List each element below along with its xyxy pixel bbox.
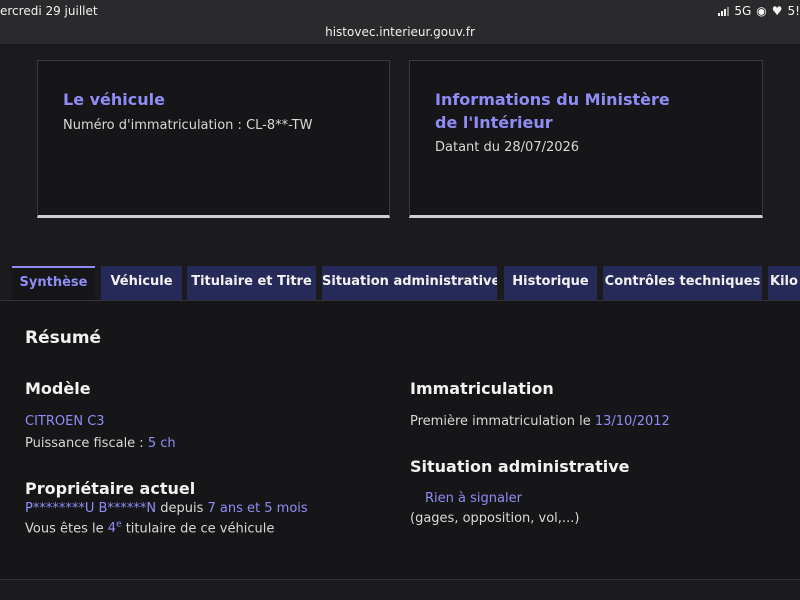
vehicle-card-title: Le véhicule: [63, 90, 165, 109]
cellular-signal-icon: [718, 6, 730, 16]
tab-kilometrage[interactable]: Kilo: [768, 266, 800, 300]
owner-duration: 7 ans et 5 mois: [207, 501, 308, 516]
tab-situation-administrative[interactable]: Situation administrative: [322, 266, 497, 300]
registration-heading: Immatriculation: [410, 379, 554, 398]
owner-rank: Vous êtes le 4e titulaire de ce véhicule: [25, 520, 274, 536]
browser-url-bar[interactable]: histovec.interieur.gouv.fr: [0, 22, 800, 44]
tab-historique[interactable]: Historique: [504, 266, 597, 300]
first-registration-label: Première immatriculation le: [410, 414, 595, 429]
status-date: ercredi 29 juillet: [0, 4, 98, 18]
admin-details: (gages, opposition, vol,...): [410, 511, 580, 526]
tab-bar: Synthèse Véhicule Titulaire et Titre Sit…: [0, 266, 800, 301]
orientation-lock-icon: ◉: [756, 4, 767, 18]
fiscal-power-label: Puissance fiscale :: [25, 436, 148, 451]
ministry-date: Datant du 28/07/2026: [435, 140, 580, 155]
owner-heading: Propriétaire actuel: [25, 479, 196, 498]
plate-number: Numéro d'immatriculation : CL-8**-TW: [63, 118, 312, 133]
first-registration-date: 13/10/2012: [594, 414, 670, 429]
tab-synthese[interactable]: Synthèse: [12, 266, 95, 301]
url-text[interactable]: histovec.interieur.gouv.fr: [325, 25, 475, 39]
ministry-card-title: Informations du Ministère de l'Intérieur: [435, 90, 670, 132]
summary-title: Résumé: [25, 328, 102, 348]
tab-vehicule[interactable]: Véhicule: [101, 266, 182, 300]
fiscal-power-value: 5 ch: [147, 436, 176, 451]
plate-value: CL-8**-TW: [246, 118, 313, 133]
battery-percent: 5!: [787, 4, 800, 18]
status-indicators: 5G ◉ ♥ 5!: [718, 4, 800, 18]
summary-panel: Résumé Modèle CITROEN C3 Puissance fisca…: [0, 300, 800, 580]
ministry-card: Informations du Ministère de l'Intérieur…: [409, 60, 763, 218]
owner-rank-number: 4e: [107, 520, 122, 537]
status-bar: ercredi 29 juillet 5G ◉ ♥ 5!: [0, 0, 800, 22]
admin-status: Rien à signaler: [425, 491, 522, 506]
admin-heading: Situation administrative: [410, 457, 630, 476]
owner-rank-suffix: titulaire de ce véhicule: [121, 521, 275, 537]
owner-line: P********U B******N depuis 7 ans et 5 mo…: [25, 501, 308, 516]
network-type: 5G: [734, 4, 752, 18]
first-registration: Première immatriculation le 13/10/2012: [410, 414, 670, 429]
model-name: CITROEN C3: [25, 414, 105, 429]
model-heading: Modèle: [25, 379, 91, 398]
vehicle-card: Le véhicule Numéro d'immatriculation : C…: [37, 60, 390, 218]
heart-icon: ♥: [771, 4, 783, 18]
owner-rank-prefix: Vous êtes le: [25, 521, 108, 537]
fiscal-power: Puissance fiscale : 5 ch: [25, 436, 176, 451]
tab-titulaire-titre[interactable]: Titulaire et Titre: [187, 266, 316, 300]
plate-label: Numéro d'immatriculation :: [63, 118, 247, 133]
owner-name: P********U B******N: [25, 501, 157, 516]
owner-since: depuis: [156, 501, 208, 516]
tab-controles-techniques[interactable]: Contrôles techniques: [603, 266, 762, 300]
